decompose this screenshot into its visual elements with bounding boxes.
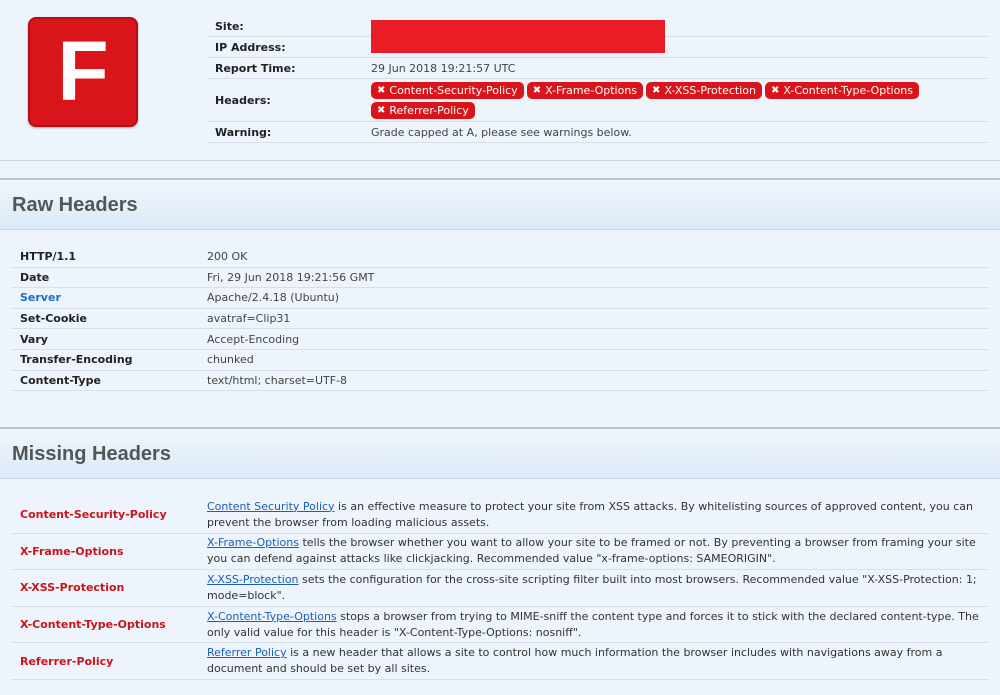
header-doc-link[interactable]: Content Security Policy (207, 500, 335, 513)
header-value: avatraf=Clip31 (207, 312, 291, 326)
missing-header-badge: ✖ Content-Security-Policy (371, 81, 524, 99)
header-value: text/html; charset=UTF-8 (207, 373, 348, 387)
missing-header-description: Content Security Policy is an effective … (207, 498, 988, 532)
x-icon: ✖ (770, 84, 780, 96)
missing-header-row: X-XSS-Protection X-XSS-Protection sets th… (12, 570, 988, 607)
missing-header-badge: ✖ X-Content-Type-Options (764, 81, 920, 99)
header-doc-link[interactable]: X-Frame-Options (207, 536, 299, 549)
header-name: Set-Cookie (20, 312, 87, 326)
missing-headers-title: Missing Headers (12, 443, 171, 465)
missing-header-description: X-XSS-Protection sets the configuration … (207, 571, 988, 605)
header-doc-link[interactable]: X-Content-Type-Options (207, 610, 337, 623)
badge-label: X-Frame-Options (545, 83, 638, 97)
missing-header-description: Referrer Policy is a new header that all… (207, 644, 988, 678)
raw-headers-table: HTTP/1.1 200 OK Date Fri, 29 Jun 2018 19:21… (12, 247, 988, 392)
header-value: chunked (207, 353, 254, 367)
missing-header-badges: ✖ Content-Security-Policy ✖ X-Frame-Options… (371, 79, 988, 121)
missing-header-name: X-XSS-Protection (20, 581, 125, 595)
headers-label: Headers: (215, 93, 271, 107)
raw-header-row: Transfer-Encoding chunked (12, 350, 988, 371)
missing-header-name: X-Content-Type-Options (20, 618, 166, 632)
raw-header-row: Server Apache/2.4.18 (Ubuntu) (12, 288, 988, 309)
headers-row: Headers: ✖ Content-Security-Policy ✖ X-Fram… (207, 79, 988, 122)
x-icon: ✖ (377, 104, 386, 116)
header-value: Fri, 29 Jun 2018 19:21:56 GMT (207, 270, 375, 284)
missing-header-badge: ✖ X-Frame-Options (526, 81, 644, 99)
report-time-row: Report Time: 29 Jun 2018 19:21:57 UTC (207, 58, 988, 79)
x-icon: ✖ (532, 84, 542, 96)
warning-value: Grade capped at A, please see warnings b… (371, 125, 632, 139)
description-text: sets the configuration for the cross-sit… (207, 572, 977, 602)
header-name: HTTP/1.1 (20, 250, 77, 264)
missing-header-row: X-Content-Type-Options X-Content-Type-Opt… (12, 607, 988, 644)
missing-header-badge: ✖ X-XSS-Protection (646, 81, 762, 99)
missing-header-name: X-Frame-Options (20, 544, 124, 558)
missing-header-description: X-Frame-Options tells the browser whethe… (207, 534, 988, 568)
missing-header-name: Content-Security-Policy (20, 508, 167, 522)
badge-label: Content-Security-Policy (389, 83, 518, 97)
header-name: Content-Type (20, 373, 101, 387)
header-name: Vary (20, 332, 48, 346)
header-name: Transfer-Encoding (20, 353, 133, 367)
missing-headers-heading: Missing Headers (0, 427, 1000, 479)
x-icon: ✖ (652, 84, 661, 96)
missing-header-row: Referrer-Policy Referrer Policy is a new … (12, 643, 988, 680)
x-icon: ✖ (377, 84, 386, 96)
header-value: 200 OK (207, 250, 248, 264)
header-doc-link[interactable]: X-XSS-Protection (207, 573, 299, 586)
site-row: Site: (207, 17, 988, 53)
warning-label: Warning: (215, 125, 272, 139)
badge-label: X-XSS-Protection (664, 83, 756, 97)
raw-header-row: Set-Cookie avatraf=Clip31 (12, 309, 988, 330)
missing-header-badge: ✖ Referrer-Policy (371, 101, 475, 119)
missing-header-description: X-Content-Type-Options stops a browser f… (207, 608, 988, 642)
header-value: Accept-Encoding (207, 332, 300, 346)
badge-label: X-Content-Type-Options (783, 83, 914, 97)
badge-label: Referrer-Policy (389, 103, 469, 117)
raw-header-row: Date Fri, 29 Jun 2018 19:21:56 GMT (12, 268, 988, 289)
header-name: Server (20, 291, 61, 305)
raw-header-row: HTTP/1.1 200 OK (12, 247, 988, 268)
raw-headers-title: Raw Headers (12, 194, 138, 216)
header-doc-link[interactable]: Referrer Policy (207, 646, 287, 659)
site-value (371, 17, 988, 53)
report-time-value: 29 Jun 2018 19:21:57 UTC (371, 61, 516, 75)
ip-label: IP Address: (215, 40, 286, 54)
header-value: Apache/2.4.18 (Ubuntu) (207, 291, 340, 305)
missing-header-row: X-Frame-Options X-Frame-Options tells the… (12, 534, 988, 571)
site-redaction (371, 20, 665, 53)
report-summary: F Site: IP Address: Report Time: 29 Jun … (0, 0, 1000, 161)
missing-header-row: Content-Security-Policy Content Security … (12, 497, 988, 534)
description-text: is a new header that allows a site to co… (207, 646, 943, 676)
grade-badge: F (28, 17, 138, 127)
raw-headers-heading: Raw Headers (0, 178, 1000, 230)
missing-header-name: Referrer-Policy (20, 654, 114, 668)
header-name: Date (20, 270, 50, 284)
description-text: tells the browser whether you want to al… (207, 536, 976, 566)
summary-table: Site: IP Address: Report Time: 29 Jun 20… (207, 17, 988, 143)
raw-header-row: Content-Type text/html; charset=UTF-8 (12, 371, 988, 392)
site-label: Site: (215, 20, 244, 33)
raw-header-row: Vary Accept-Encoding (12, 329, 988, 350)
report-time-label: Report Time: (215, 61, 296, 75)
warning-row: Warning: Grade capped at A, please see w… (207, 122, 988, 143)
missing-headers-table: Content-Security-Policy Content Security … (12, 497, 988, 680)
